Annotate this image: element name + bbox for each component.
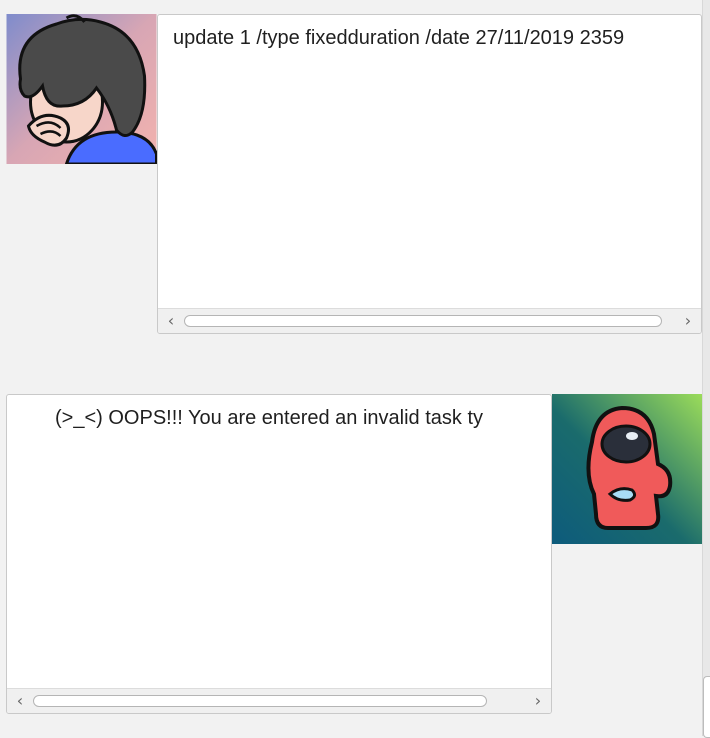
chevron-right-icon[interactable]: ›: [527, 689, 549, 713]
bot-avatar: [552, 394, 702, 544]
user-message-box[interactable]: update 1 /type fixedduration /date 27/11…: [157, 14, 702, 334]
user-avatar: [6, 14, 157, 164]
chevron-left-icon[interactable]: ‹: [160, 309, 182, 333]
chevron-left-icon[interactable]: ‹: [9, 689, 31, 713]
scroll-thumb[interactable]: [184, 315, 662, 327]
chevron-right-icon[interactable]: ›: [677, 309, 699, 333]
scroll-thumb[interactable]: [33, 695, 487, 707]
user-message-horizontal-scrollbar[interactable]: ‹ ›: [158, 308, 701, 333]
user-message-text: update 1 /type fixedduration /date 27/11…: [173, 27, 625, 49]
bot-message-horizontal-scrollbar[interactable]: ‹ ›: [7, 688, 551, 713]
window-scroll-thumb[interactable]: [703, 676, 710, 738]
bot-message-box[interactable]: (>_<) OOPS!!! You are entered an invalid…: [6, 394, 552, 714]
bot-message-text: (>_<) OOPS!!! You are entered an invalid…: [55, 407, 484, 429]
window-vertical-scrollbar[interactable]: [702, 0, 710, 736]
